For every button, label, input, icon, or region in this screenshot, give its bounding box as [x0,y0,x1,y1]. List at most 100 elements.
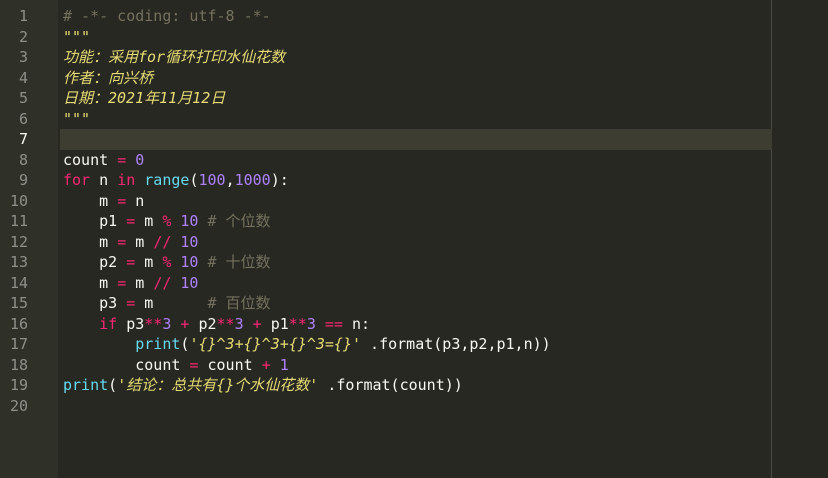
code-token: // [153,232,172,251]
line-content[interactable]: m = m // 10 [60,273,772,294]
line-content[interactable]: p1 = m % 10 # 个位数 [60,211,772,232]
line-number: 4 [18,68,28,87]
code-lines[interactable]: 1 # -*- coding: utf-8 -*- 2 """ 3 功能：采用for循环打… [0,6,828,416]
code-token: , [225,171,235,189]
line-content[interactable]: if p3**3 + p2**3 + p1**3 == n: [60,314,772,335]
code-line[interactable]: 18 count = count + 1 [0,355,828,376]
code-token: = [117,150,127,169]
line-content[interactable]: # -*- coding: utf-8 -*- [60,6,772,27]
line-number: 19 [9,376,28,394]
code-line[interactable]: 1 # -*- coding: utf-8 -*- [0,6,828,27]
code-token: p1 [63,212,127,230]
code-token: = [126,253,136,271]
code-token: n: [342,314,371,333]
line-content[interactable]: 日期：2021年11月12日 [60,88,772,109]
code-line[interactable]: 12 m = m // 10 [0,232,828,253]
code-token: ** [288,314,307,333]
line-number: 11 [9,212,28,230]
code-token: m [135,294,208,312]
code-line[interactable]: 2 """ [0,27,828,48]
code-token: .format(p3,p2,p1,n)) [361,335,551,353]
code-line[interactable]: 6 """ [0,109,828,130]
line-content[interactable]: m = n [60,191,772,212]
code-token: == [324,314,343,333]
line-content[interactable]: """ [60,109,772,130]
code-token: 1000 [234,171,271,189]
code-token: # -*- coding: utf-8 -*- [63,7,271,25]
code-line[interactable]: 16 if p3**3 + p2**3 + p1**3 == n: [0,314,828,335]
line-content[interactable]: m = m // 10 [60,232,772,253]
code-token: 10 [180,212,199,230]
code-line[interactable]: 7 [0,129,828,150]
code-token: p2 [63,253,127,271]
code-token: = [117,273,127,292]
code-line[interactable]: 17 print('{}^3+{}^3+{}^3={}' .format(p3,… [0,334,828,355]
code-line[interactable]: 13 p2 = m % 10 # 十位数 [0,252,828,273]
code-token: '{}^3+{}^3+{}^3={}' [189,335,362,353]
code-line[interactable]: 10 m = n [0,191,828,212]
line-content[interactable]: 功能：采用for循环打印水仙花数 [60,47,772,68]
code-token: 100 [198,171,226,189]
code-editor[interactable]: 1 # -*- coding: utf-8 -*- 2 """ 3 功能：采用for循环打… [0,0,828,478]
code-token: count [198,355,262,374]
code-token: + [261,355,271,374]
code-token: count [63,355,190,374]
code-line[interactable]: 8 count = 0 [0,150,828,171]
code-line[interactable]: 4 作者：向兴桥 [0,68,828,89]
code-token: 10 [180,253,199,271]
code-token: m [135,253,163,271]
line-number: 18 [9,355,28,374]
code-token: # 百位数 [207,294,271,312]
line-content[interactable]: p2 = m % 10 # 十位数 [60,252,772,273]
line-number: 12 [9,232,28,251]
code-token: if [99,314,118,333]
line-content[interactable]: p3 = m # 百位数 [60,293,772,314]
line-content[interactable]: count = 0 [60,150,772,171]
line-number: 1 [18,7,28,25]
code-token: p3 [63,294,127,312]
code-line[interactable]: 5 日期：2021年11月12日 [0,88,828,109]
line-content[interactable]: print('结论：总共有{}个水仙花数' .format(count)) [60,375,772,396]
line-content[interactable] [60,396,772,417]
code-token: // [153,273,172,292]
line-number: 16 [9,314,28,333]
line-content[interactable]: print('{}^3+{}^3+{}^3={}' .format(p3,p2,… [60,334,772,355]
line-number: 5 [18,89,28,107]
code-line[interactable]: 11 p1 = m % 10 # 个位数 [0,211,828,232]
code-line[interactable]: 15 p3 = m # 百位数 [0,293,828,314]
code-token: m [63,273,118,292]
code-token: 10 [180,273,199,292]
code-line[interactable]: 19 print('结论：总共有{}个水仙花数' .format(count)) [0,375,828,396]
code-token: .format(count)) [318,376,463,394]
line-content[interactable] [60,129,772,150]
code-token: n [90,171,118,189]
line-content[interactable]: """ [60,27,772,48]
code-line[interactable]: 20 [0,396,828,417]
code-token: m [135,212,163,230]
code-token: m [63,232,118,251]
code-token: m [126,273,154,292]
line-content[interactable]: 作者：向兴桥 [60,68,772,89]
line-number: 14 [9,273,28,292]
code-token: # 个位数 [207,212,271,230]
line-number: 6 [18,109,28,128]
code-line[interactable]: 9 for n in range(100,1000): [0,170,828,191]
code-token: 3 [306,314,316,333]
line-content[interactable]: count = count + 1 [60,355,772,376]
code-line[interactable]: 3 功能：采用for循环打印水仙花数 [0,47,828,68]
code-token: for [63,171,91,189]
code-token: ** [216,314,235,333]
code-line[interactable]: 14 m = m // 10 [0,273,828,294]
code-token: m [126,232,154,251]
code-token: 0 [135,150,145,169]
code-token: p3 [117,314,145,333]
line-content[interactable]: for n in range(100,1000): [60,170,772,191]
code-token: = [126,212,136,230]
